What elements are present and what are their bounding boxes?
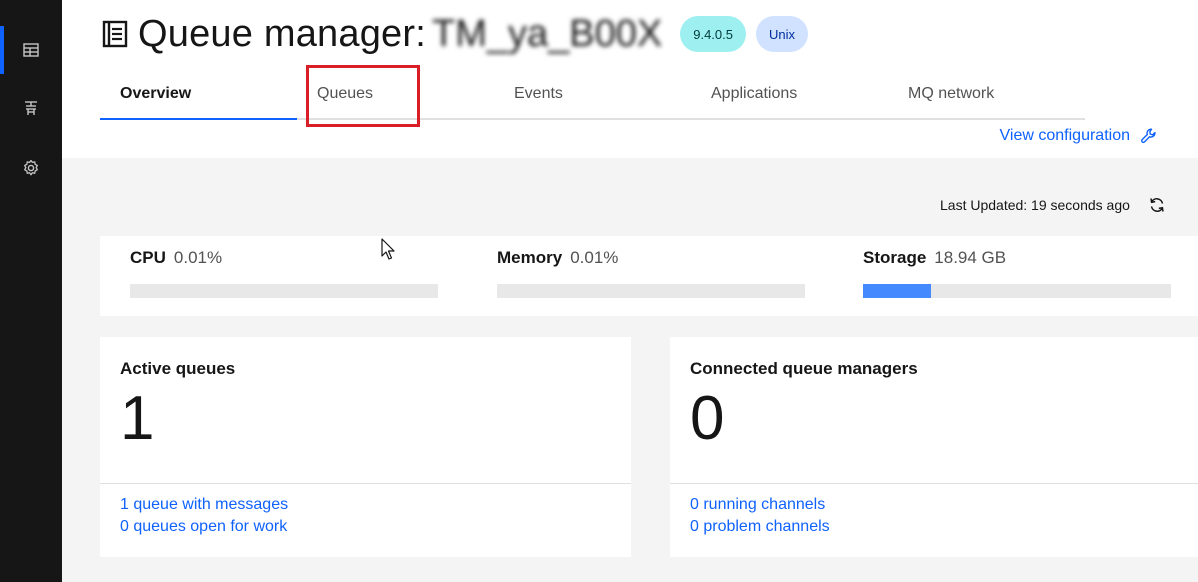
storage-usage-bar: [863, 284, 1171, 298]
memory-usage-bar: [497, 284, 805, 298]
active-queues-count: 1: [120, 384, 155, 453]
tile-divider: [100, 483, 631, 484]
memory-metric: Memory 0.01%: [497, 248, 805, 298]
cpu-value: 0.01%: [173, 248, 223, 267]
active-queues-title: Active queues: [120, 359, 236, 378]
table-icon: [23, 43, 39, 57]
queues-with-messages-link[interactable]: 1 queue with messages: [120, 494, 288, 516]
memory-value: 0.01%: [570, 248, 619, 267]
memory-label: Memory: [497, 248, 563, 267]
rail-item-settings[interactable]: [0, 144, 62, 192]
last-updated-status: Last Updated: 19 seconds ago: [940, 196, 1166, 214]
refresh-icon[interactable]: [1148, 196, 1166, 214]
tab-events[interactable]: Events: [494, 76, 691, 120]
storage-metric: Storage 18.94 GB: [863, 248, 1171, 298]
view-configuration-link[interactable]: View configuration: [1000, 127, 1158, 145]
queue-manager-title-icon: [102, 20, 128, 48]
tab-queues[interactable]: Queues: [297, 76, 494, 120]
tab-overview[interactable]: Overview: [100, 76, 297, 120]
mouse-cursor-icon: [381, 238, 395, 260]
rail-item-queue-managers[interactable]: [0, 84, 62, 132]
version-tag: 9.4.0.5: [680, 16, 746, 52]
problem-channels-link[interactable]: 0 problem channels: [690, 516, 830, 538]
tab-list: Overview Queues Events Applications MQ n…: [100, 76, 1086, 120]
last-updated-text: Last Updated: 19 seconds ago: [940, 197, 1130, 213]
running-channels-link[interactable]: 0 running channels: [690, 494, 830, 516]
rail-item-dashboard[interactable]: [0, 26, 62, 74]
page-title: Queue manager:: [138, 12, 426, 55]
tab-applications[interactable]: Applications: [691, 76, 888, 120]
title-row: Queue manager: TM_ya_B00X 9.4.0.5 Unix: [102, 12, 809, 56]
cpu-usage-bar: [130, 284, 438, 298]
queue-manager-icon: [25, 101, 37, 115]
page-header: Queue manager: TM_ya_B00X 9.4.0.5 Unix O…: [62, 0, 1198, 158]
wrench-icon: [1141, 128, 1156, 144]
queue-manager-name: TM_ya_B00X: [432, 12, 663, 55]
cpu-label: CPU: [130, 248, 166, 267]
queues-open-for-work-link[interactable]: 0 queues open for work: [120, 516, 288, 538]
connected-qms-count: 0: [690, 384, 725, 453]
view-configuration-label: View configuration: [999, 127, 1130, 144]
connected-qms-title: Connected queue managers: [690, 359, 918, 378]
active-queues-tile[interactable]: Active queues 1 1 queue with messages 0 …: [100, 337, 631, 557]
side-rail: [0, 0, 62, 582]
tile-divider: [670, 483, 1198, 484]
platform-tag: Unix: [756, 16, 809, 52]
storage-value: 18.94 GB: [934, 248, 1007, 267]
storage-label: Storage: [863, 248, 927, 267]
resource-usage-card: CPU 0.01% Memory 0.01% Storage 18.94 GB: [100, 236, 1198, 316]
connected-queue-managers-tile[interactable]: Connected queue managers 0 0 running cha…: [670, 337, 1198, 557]
tab-mq-network[interactable]: MQ network: [888, 76, 1085, 120]
settings-gear-icon: [24, 159, 38, 176]
storage-usage-fill: [863, 284, 931, 298]
